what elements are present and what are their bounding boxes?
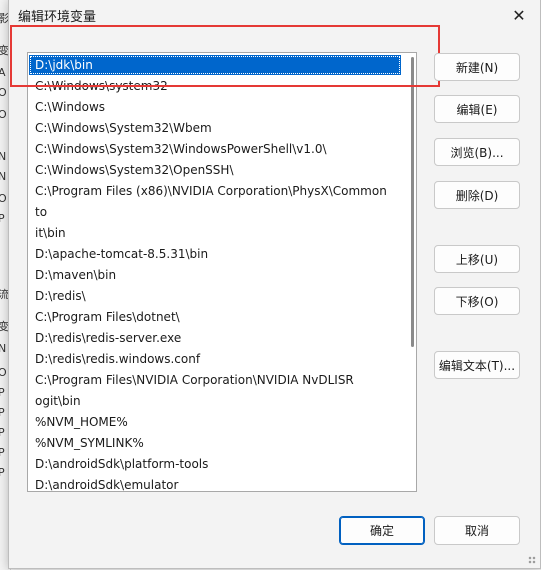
background-text: P — [0, 426, 5, 439]
browse-button[interactable]: 浏览(B)... — [434, 138, 520, 166]
move-up-button[interactable]: 上移(U) — [434, 245, 520, 273]
background-text: P — [0, 212, 5, 225]
vertical-scrollbar[interactable] — [411, 57, 414, 347]
list-item[interactable]: C:\Program Files\NVIDIA Corporation\NVID… — [29, 370, 401, 390]
list-item[interactable]: to — [29, 202, 401, 222]
background-text: N — [0, 150, 6, 163]
list-item[interactable]: %NVM_SYMLINK% — [29, 433, 401, 453]
background-text: N — [0, 342, 6, 355]
list-item[interactable]: C:\Program Files\dotnet\ — [29, 307, 401, 327]
list-item[interactable]: C:\Program Files (x86)\NVIDIA Corporatio… — [29, 181, 401, 201]
new-button[interactable]: 新建(N) — [434, 53, 520, 81]
background-text: O — [0, 366, 7, 379]
edit-button[interactable]: 编辑(E) — [434, 95, 520, 123]
background-text: P — [0, 446, 5, 459]
list-item[interactable]: D:\androidSdk\platform-tools — [29, 454, 401, 474]
list-item[interactable]: D:\jdk\bin — [29, 55, 401, 75]
background-text: O — [0, 86, 7, 99]
ok-button[interactable]: 确定 — [339, 516, 425, 545]
list-item[interactable]: C:\Windows\System32\Wbem — [29, 118, 401, 138]
background-text: N — [0, 170, 6, 183]
background-text: P — [0, 466, 5, 479]
list-item[interactable]: %NVM_HOME% — [29, 412, 401, 432]
list-item[interactable]: ogit\bin — [29, 391, 401, 411]
path-list[interactable]: D:\jdk\bin C:\Windows\system32 C:\Window… — [27, 52, 417, 492]
cancel-button[interactable]: 取消 — [434, 516, 520, 545]
edit-env-var-dialog: 编辑环境变量 ✕ D:\jdk\bin C:\Windows\system32 … — [8, 0, 541, 569]
list-item[interactable]: D:\redis\redis.windows.conf — [29, 349, 401, 369]
list-item[interactable]: D:\apache-tomcat-8.5.31\bin — [29, 244, 401, 264]
list-item[interactable]: C:\Windows\system32 — [29, 76, 401, 96]
move-down-button[interactable]: 下移(O) — [434, 287, 520, 315]
background-text: A — [0, 66, 6, 79]
list-item[interactable]: D:\androidSdk\emulator — [29, 475, 401, 491]
list-item[interactable]: C:\Windows\System32\WindowsPowerShell\v1… — [29, 139, 401, 159]
list-item[interactable]: D:\redis\ — [29, 286, 401, 306]
title-bar[interactable]: 编辑环境变量 ✕ — [9, 0, 540, 32]
delete-button[interactable]: 删除(D) — [434, 181, 520, 209]
background-text: P — [0, 386, 5, 399]
edit-text-button[interactable]: 编辑文本(T)... — [434, 351, 520, 379]
list-item[interactable]: it\bin — [29, 223, 401, 243]
background-text: P — [0, 406, 5, 419]
list-item[interactable]: D:\redis\redis-server.exe — [29, 328, 401, 348]
background-text: O — [0, 192, 7, 205]
close-icon[interactable]: ✕ — [508, 4, 530, 26]
background-text: O — [0, 108, 7, 121]
list-item[interactable]: C:\Windows — [29, 97, 401, 117]
dialog-title: 编辑环境变量 — [18, 10, 97, 25]
list-item[interactable]: C:\Windows\System32\OpenSSH\ — [29, 160, 401, 180]
resize-grip-icon[interactable] — [528, 556, 536, 564]
list-item[interactable]: D:\maven\bin — [29, 265, 401, 285]
